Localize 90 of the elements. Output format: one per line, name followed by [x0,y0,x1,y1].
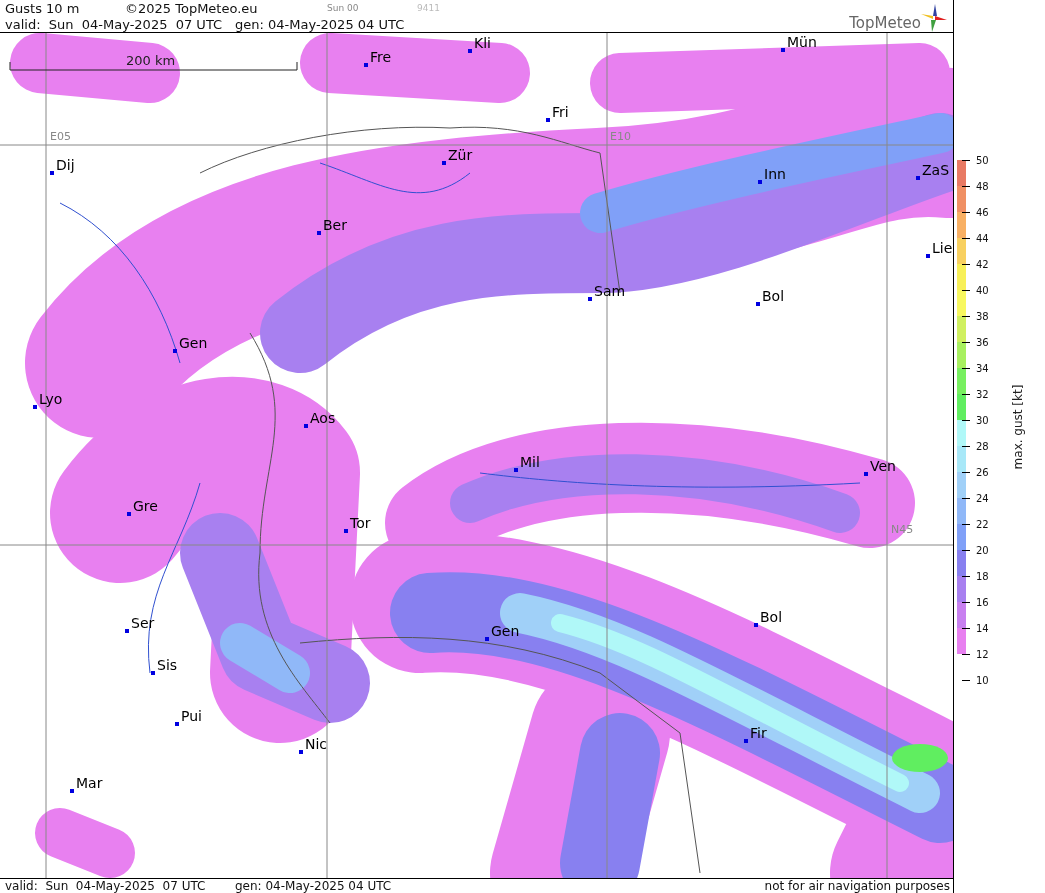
city-label: Zür [448,147,473,163]
tick-label: 42 [976,258,989,270]
city-label: Mil [520,454,540,470]
city-marker [442,161,446,165]
grid-label: E05 [50,130,71,143]
tick-label: 22 [976,518,989,530]
city-label: Bol [762,288,785,304]
city-label: ZaS [922,162,950,178]
city-marker [364,63,368,67]
tick-label: 32 [976,388,989,400]
run-label: Sun 00 [327,3,360,13]
city-label: Gen [491,623,520,639]
city-label: Sis [157,657,178,673]
tick-label: 48 [976,180,989,192]
city-marker [33,405,37,409]
city-label: Pui [181,708,202,724]
code-label: 9411 [417,3,440,13]
city-marker [304,424,308,428]
city-marker [175,722,179,726]
generated-time: gen: 04-May-2025 04 UTC [235,879,392,893]
disclaimer-text: not for air navigation purposes [764,879,951,893]
tick-label: 26 [976,466,989,478]
tick-label: 18 [976,570,989,582]
city-marker [50,171,54,175]
tick-label: 44 [976,232,989,244]
tick-label: 38 [976,310,989,322]
compass-star-icon [921,4,947,32]
tick-label: 20 [976,544,989,556]
tick-label: 46 [976,206,989,218]
city-marker [485,637,489,641]
city-label: Ser [131,615,155,631]
city-label: Tor [350,515,371,531]
valid-time: valid: Sun 04-May-2025 07 UTC [5,16,224,32]
city-label: Ber [323,217,347,233]
city-marker [781,48,785,52]
city-marker [744,739,748,743]
city-marker [70,789,74,793]
city-marker [317,231,321,235]
city-marker [864,472,868,476]
tick-label: 16 [976,596,989,608]
tick-label: 24 [976,492,989,504]
city-label: Aos [310,410,336,426]
city-marker [299,750,303,754]
grid-label: E10 [610,130,631,143]
city-label: Fri [552,104,569,120]
tick-label: 34 [976,362,989,374]
city-marker [514,468,518,472]
city-marker [344,529,348,533]
tick-label: 30 [976,414,989,426]
city-marker [125,629,129,633]
tick-label: 40 [976,284,989,296]
city-marker [926,254,930,258]
city-marker [758,180,762,184]
copyright-text: ©2025 TopMeteo.eu [125,0,259,16]
city-label: Mar [76,775,103,791]
tick-label: 28 [976,440,989,452]
city-label: Fre [370,49,392,65]
city-label: Ven [870,458,896,474]
legend-title: max. gust [kt] [1011,384,1026,470]
city-marker [468,49,472,53]
tick-label: 14 [976,622,989,634]
city-label: Lie [932,240,953,256]
city-label: Dij [56,157,75,173]
map-title: Gusts 10 m [5,0,81,16]
city-label: Inn [764,166,786,182]
tick-label: 10 [976,674,989,686]
logo-text: TopMeteo [849,14,921,32]
valid-time: valid: Sun 04-May-2025 07 UTC [5,879,207,893]
city-marker [127,512,131,516]
city-marker [916,176,920,180]
city-label: Bol [760,609,783,625]
tick-label: 12 [976,648,989,660]
city-label: Nic [305,736,328,752]
city-label: Lyo [39,391,63,407]
city-label: Sam [594,283,626,299]
city-marker [588,297,592,301]
city-label: Kli [474,35,491,51]
city-label: Gre [133,498,158,514]
city-label: Fir [750,725,767,741]
city-marker [151,671,155,675]
city-marker [754,623,758,627]
scale-label: 200 km [126,53,176,68]
tick-label: 36 [976,336,989,348]
city-marker [546,118,550,122]
city-marker [756,302,760,306]
generated-time: gen: 04-May-2025 04 UTC [235,16,405,32]
city-marker [173,349,177,353]
tick-label: 50 [976,154,989,166]
city-label: Mün [787,34,817,50]
city-label: Gen [179,335,208,351]
